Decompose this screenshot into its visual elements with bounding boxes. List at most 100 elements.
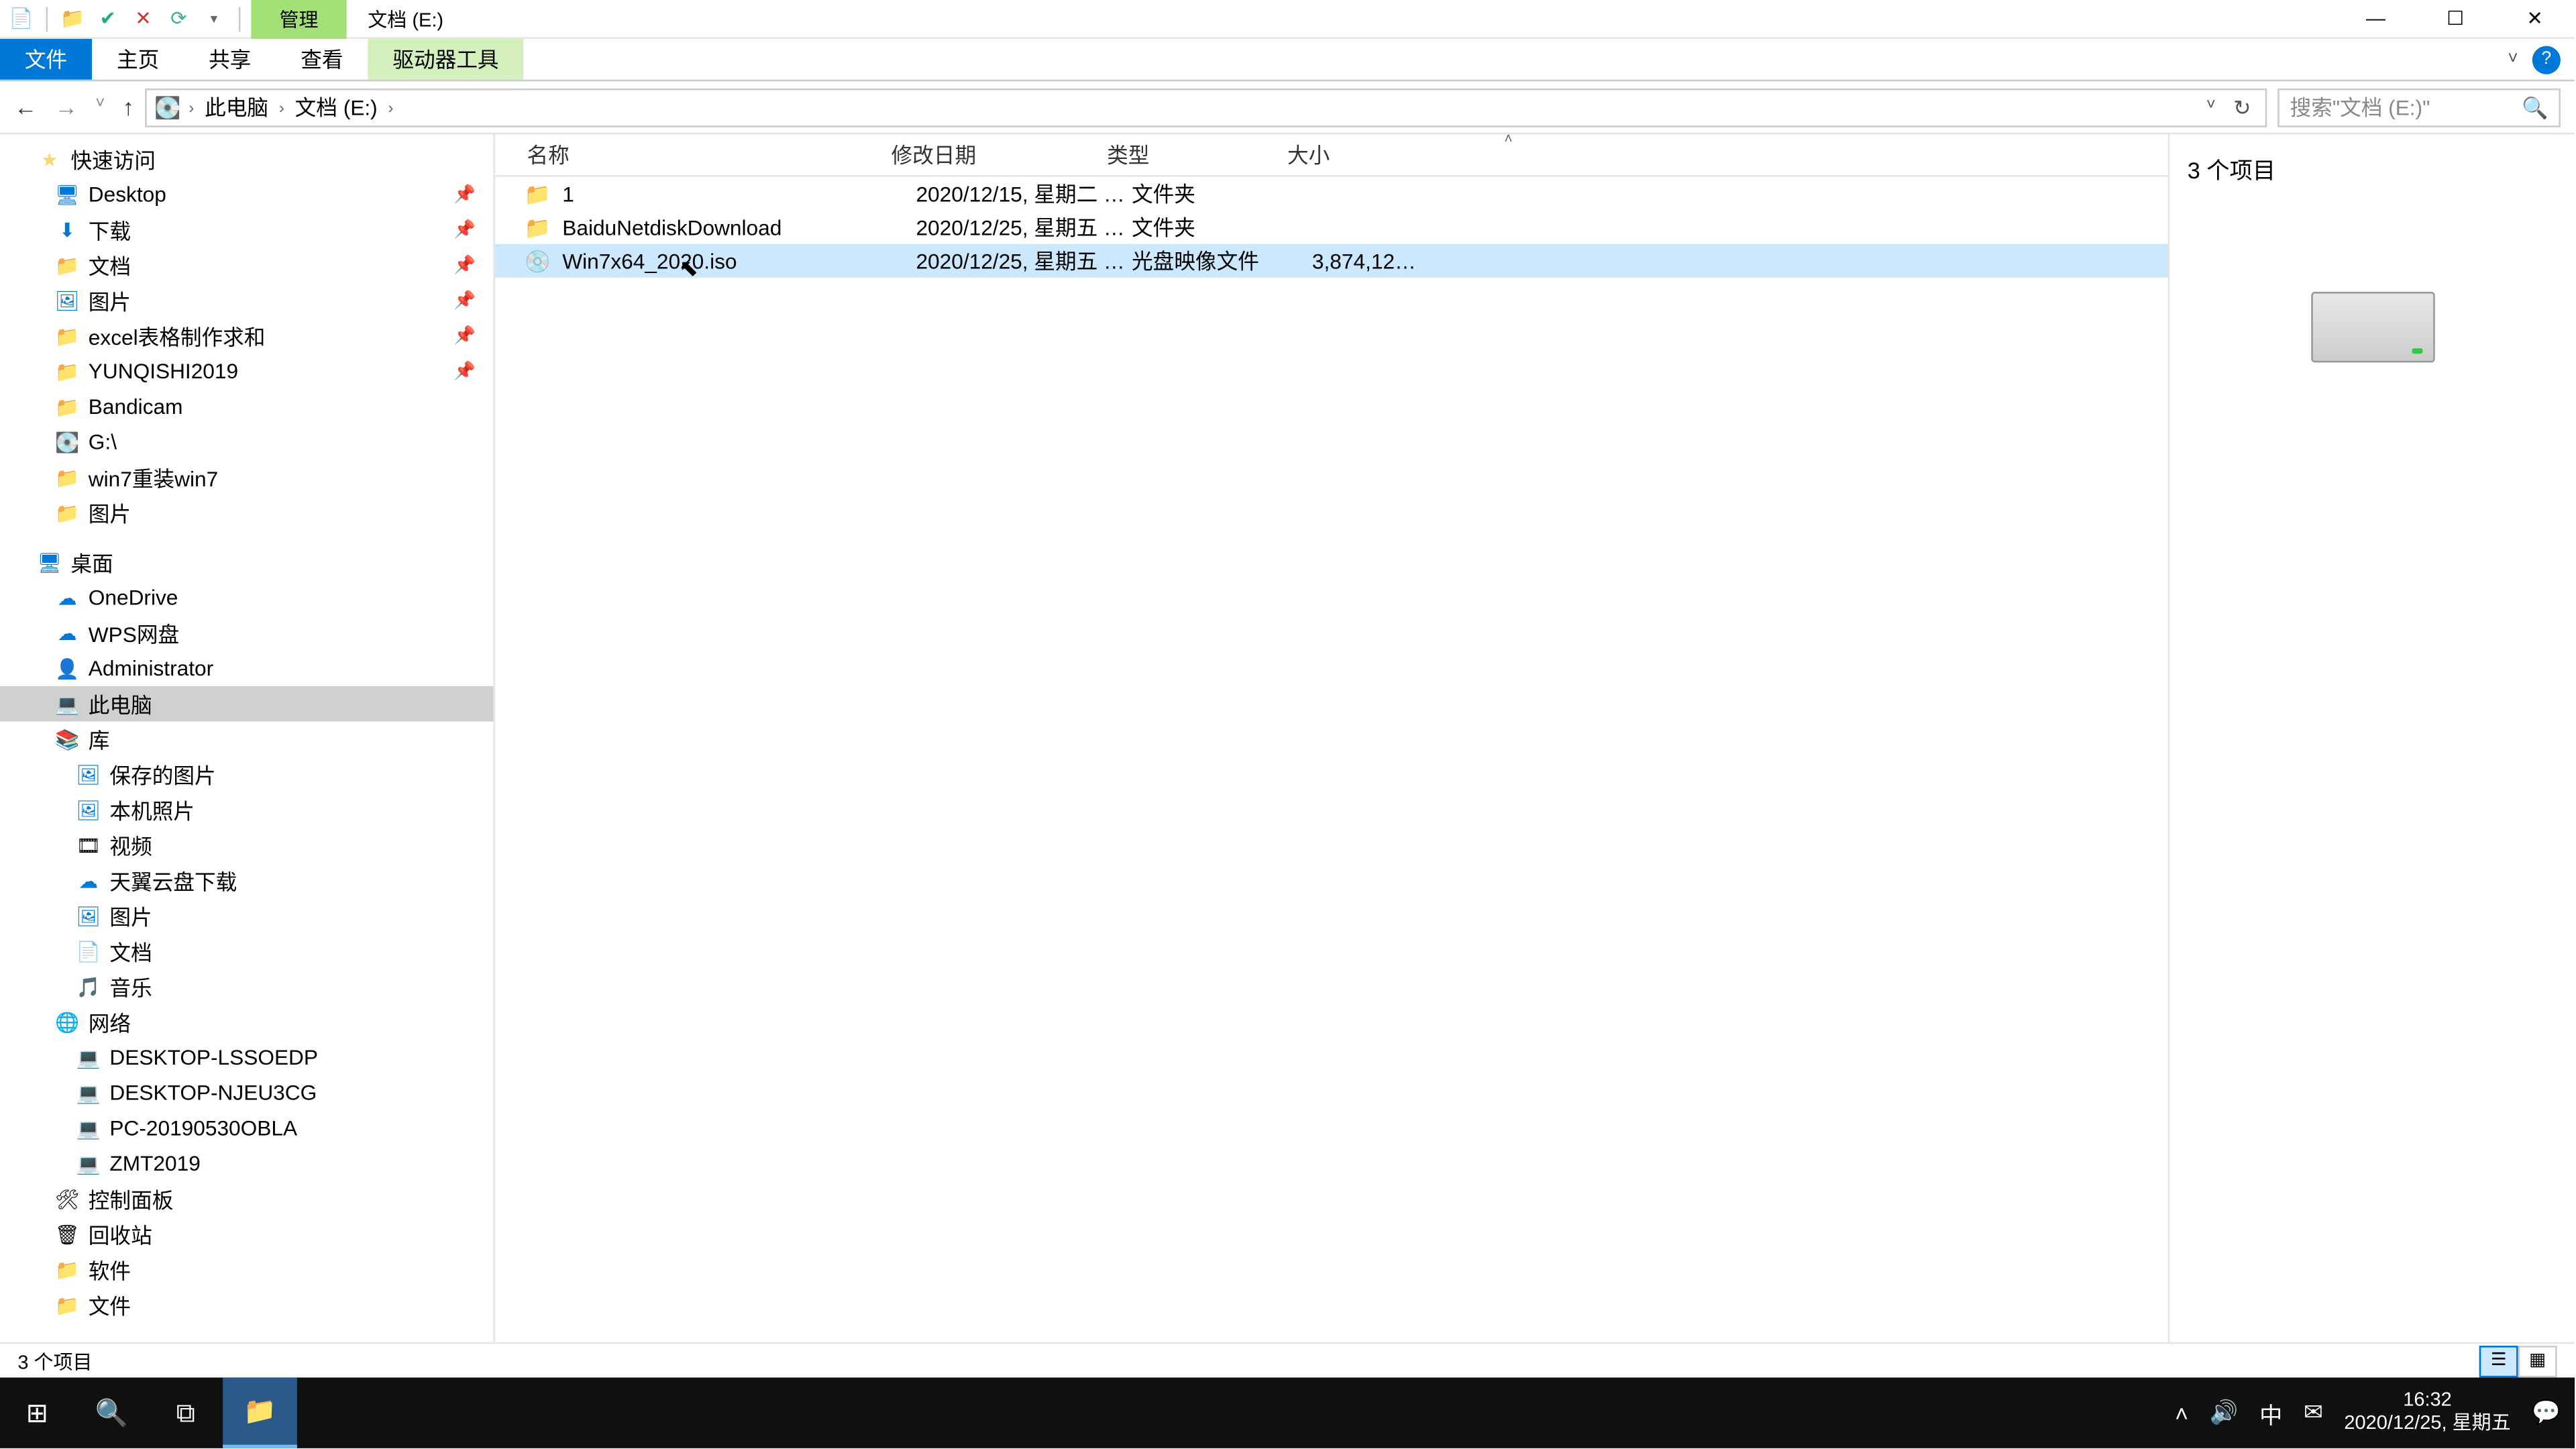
ribbon-tab-view[interactable]: 查看	[276, 39, 368, 80]
breadcrumb-dropdown-icon[interactable]: ˅	[2206, 95, 2216, 119]
clock[interactable]: 16:32 2020/12/25, 星期五	[2344, 1389, 2510, 1436]
nav-recycle-bin[interactable]: 🗑回收站	[0, 1217, 493, 1252]
pc-icon: 💻	[74, 1114, 103, 1142]
search-button[interactable]: 🔍	[74, 1377, 149, 1448]
navigation-pane[interactable]: ★快速访问 🖥Desktop📌 ⬇下载📌 📁文档📌 🖼图片📌 📁excel表格制…	[0, 134, 495, 1342]
task-view-button[interactable]: ⧉	[148, 1377, 223, 1448]
taskbar-explorer[interactable]: 📁	[223, 1377, 297, 1448]
qat-checkmark-icon[interactable]: ✔	[94, 5, 122, 33]
document-icon: 📄	[74, 937, 103, 965]
pc-icon: 💻	[74, 1149, 103, 1177]
nav-library-item[interactable]: 🎵音乐	[0, 969, 493, 1005]
nav-pinned-item[interactable]: 📁excel表格制作求和📌	[0, 318, 493, 354]
control-panel-icon: 🛠	[53, 1185, 81, 1213]
refresh-icon[interactable]: ↻	[2226, 95, 2259, 119]
nav-pinned-item[interactable]: 📁YUNQISHI2019📌	[0, 354, 493, 389]
contextual-tab-header: 管理	[251, 0, 346, 38]
nav-pinned-item[interactable]: 🖼图片📌	[0, 283, 493, 319]
nav-network-pc[interactable]: 💻DESKTOP-NJEU3CG	[0, 1075, 493, 1111]
chevron-right-icon[interactable]: ›	[185, 98, 197, 115]
nav-control-panel[interactable]: 🛠控制面板	[0, 1181, 493, 1217]
nav-this-pc[interactable]: 💻此电脑	[0, 686, 493, 722]
nav-library-item[interactable]: 🖼图片	[0, 898, 493, 934]
clock-time: 16:32	[2344, 1389, 2510, 1413]
back-button[interactable]: ←	[14, 94, 37, 121]
nav-library-item[interactable]: 🖼本机照片	[0, 792, 493, 828]
nav-user[interactable]: 👤Administrator	[0, 651, 493, 686]
nav-recent-item[interactable]: 📁Bandicam	[0, 389, 493, 425]
picture-icon: 🖼	[74, 902, 103, 930]
ime-icon[interactable]: 中	[2259, 1396, 2282, 1430]
search-input[interactable]: 搜索"文档 (E:)" 🔍	[2277, 87, 2561, 126]
volume-icon[interactable]: 🔊	[2210, 1399, 2239, 1427]
recent-locations-icon[interactable]: ˅	[95, 94, 105, 121]
thumbnails-view-button[interactable]: ▦	[2518, 1345, 2557, 1377]
help-icon[interactable]: ?	[2532, 45, 2561, 73]
forward-button[interactable]: →	[55, 94, 78, 121]
quick-access-toolbar: 📄 📁 ✔ ✕ ⟳ ▾	[0, 5, 251, 33]
app-icon: 📄	[7, 5, 36, 33]
start-button[interactable]: ⊞	[0, 1377, 74, 1448]
nav-network-pc[interactable]: 💻DESKTOP-LSSOEDP	[0, 1040, 493, 1075]
mail-icon[interactable]: ✉	[2304, 1399, 2323, 1427]
breadcrumb-segment[interactable]: 文档 (E:)	[291, 92, 381, 122]
file-row[interactable]: 📁 1 2020/12/15, 星期二 1... 文件夹	[495, 177, 2168, 211]
ribbon-tab-drive-tools[interactable]: 驱动器工具	[368, 39, 523, 80]
pin-icon: 📌	[453, 220, 476, 239]
nav-library-item[interactable]: 🎞视频	[0, 828, 493, 863]
nav-pinned-item[interactable]: ⬇下载📌	[0, 212, 493, 248]
cloud-icon: ☁	[53, 619, 81, 647]
status-item-count: 3 个项目	[17, 1346, 92, 1375]
qat-dropdown-icon[interactable]: ▾	[200, 5, 228, 33]
qat-refresh-icon[interactable]: ⟳	[164, 5, 193, 33]
chevron-right-icon[interactable]: ›	[276, 98, 288, 115]
music-icon: 🎵	[74, 973, 103, 1001]
qat-open-icon[interactable]: 📁	[58, 5, 87, 33]
ribbon-tab-share[interactable]: 共享	[184, 39, 276, 80]
file-list-pane: ˄ 名称 修改日期 类型 大小 📁 1 2020/12/15, 星期二 1...…	[495, 134, 2168, 1342]
nav-pinned-item[interactable]: 📁文档📌	[0, 248, 493, 283]
action-center-icon[interactable]: 💬	[2532, 1399, 2561, 1427]
folder-icon: 📁	[53, 1291, 81, 1319]
video-icon: 🎞	[74, 831, 103, 859]
nav-network[interactable]: 🌐网络	[0, 1004, 493, 1040]
chevron-right-icon[interactable]: ›	[384, 98, 396, 115]
nav-pinned-item[interactable]: 🖥Desktop📌	[0, 177, 493, 213]
file-row[interactable]: 💿 Win7x64_2020.iso 2020/12/25, 星期五 1... …	[495, 244, 2168, 278]
file-size: 3,874,126...	[1312, 248, 1418, 273]
nav-quick-access[interactable]: ★快速访问	[0, 142, 493, 177]
nav-library-item[interactable]: 📄文档	[0, 934, 493, 969]
nav-network-pc[interactable]: 💻PC-20190530OBLA	[0, 1110, 493, 1146]
nav-network-pc[interactable]: 💻ZMT2019	[0, 1146, 493, 1181]
folder-icon: 📁	[53, 392, 81, 421]
qat-close-icon[interactable]: ✕	[129, 5, 157, 33]
nav-recent-item[interactable]: 📁win7重装win7	[0, 460, 493, 495]
search-icon[interactable]: 🔍	[2522, 95, 2548, 119]
breadcrumb-segment[interactable]: 此电脑	[201, 92, 272, 122]
breadcrumb[interactable]: 💽 › 此电脑 › 文档 (E:) › ˅ ↻	[145, 87, 2267, 126]
nav-folder[interactable]: 📁文件	[0, 1287, 493, 1323]
maximize-button[interactable]: ☐	[2416, 0, 2496, 38]
minimize-button[interactable]: —	[2336, 0, 2416, 38]
details-view-button[interactable]: ☰	[2479, 1345, 2518, 1377]
nav-wps[interactable]: ☁WPS网盘	[0, 615, 493, 651]
nav-recent-item[interactable]: 📁图片	[0, 495, 493, 531]
tray-chevron-icon[interactable]: ˄	[2175, 1399, 2188, 1426]
pin-icon: 📌	[453, 256, 476, 275]
address-bar: ← → ˅ ↑ 💽 › 此电脑 › 文档 (E:) › ˅ ↻ 搜索"文档 (E…	[0, 81, 2575, 134]
nav-libraries[interactable]: 📚库	[0, 721, 493, 757]
ribbon-tab-file[interactable]: 文件	[0, 39, 92, 80]
close-button[interactable]: ✕	[2495, 0, 2575, 38]
pin-icon: 📌	[453, 326, 476, 345]
file-row[interactable]: 📁 BaiduNetdiskDownload 2020/12/25, 星期五 1…	[495, 211, 2168, 244]
nav-onedrive[interactable]: ☁OneDrive	[0, 580, 493, 616]
nav-folder[interactable]: 📁软件	[0, 1252, 493, 1287]
up-button[interactable]: ↑	[123, 94, 134, 121]
nav-library-item[interactable]: 🖼保存的图片	[0, 757, 493, 792]
nav-recent-item[interactable]: 💽G:\	[0, 425, 493, 460]
nav-desktop[interactable]: 🖥桌面	[0, 545, 493, 580]
pc-icon: 💻	[74, 1079, 103, 1107]
ribbon-collapse-icon[interactable]: ˅	[2508, 50, 2518, 69]
nav-library-item[interactable]: ☁天翼云盘下载	[0, 863, 493, 898]
ribbon-tab-home[interactable]: 主页	[92, 39, 184, 80]
